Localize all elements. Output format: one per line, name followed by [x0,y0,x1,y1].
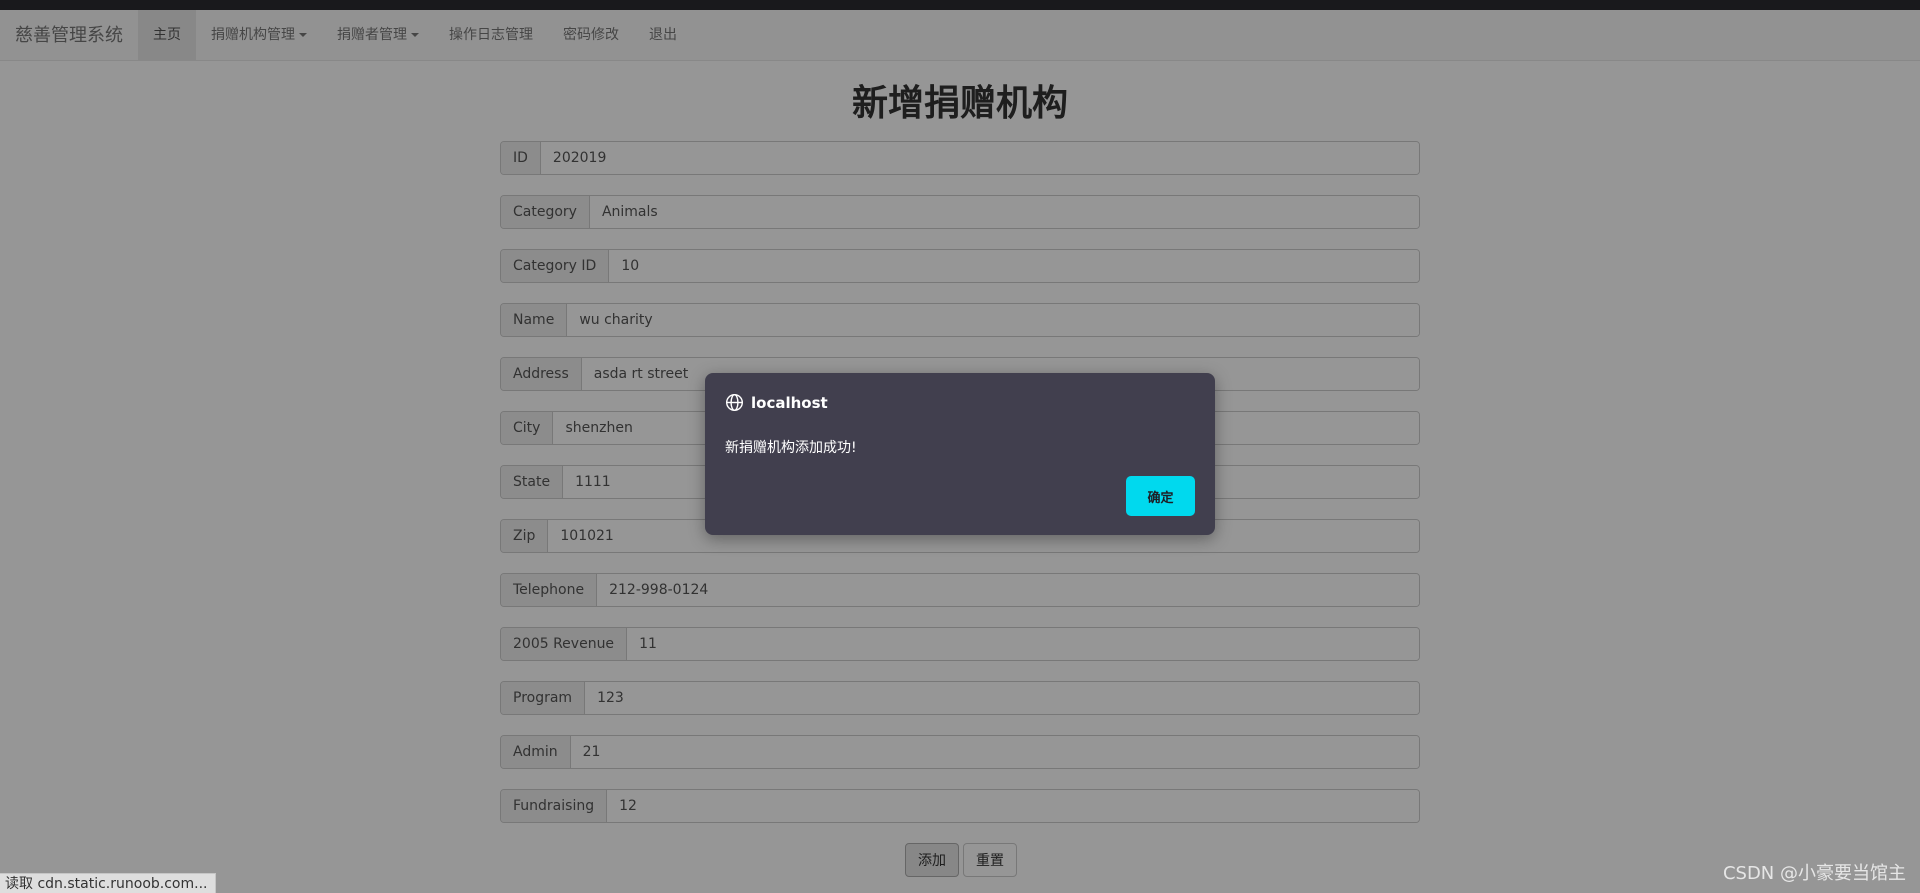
status-bar: 读取 cdn.static.runoob.com... [0,873,217,893]
globe-icon [725,393,744,412]
watermark: CSDN @小豪要当馆主 [1722,863,1906,884]
dialog-header: localhost [725,393,828,412]
alert-dialog: localhost 新捐赠机构添加成功! 确定 [705,373,1215,535]
ok-button[interactable]: 确定 [1126,476,1195,516]
dialog-title: localhost [751,393,828,412]
dialog-message: 新捐赠机构添加成功! [725,440,857,456]
